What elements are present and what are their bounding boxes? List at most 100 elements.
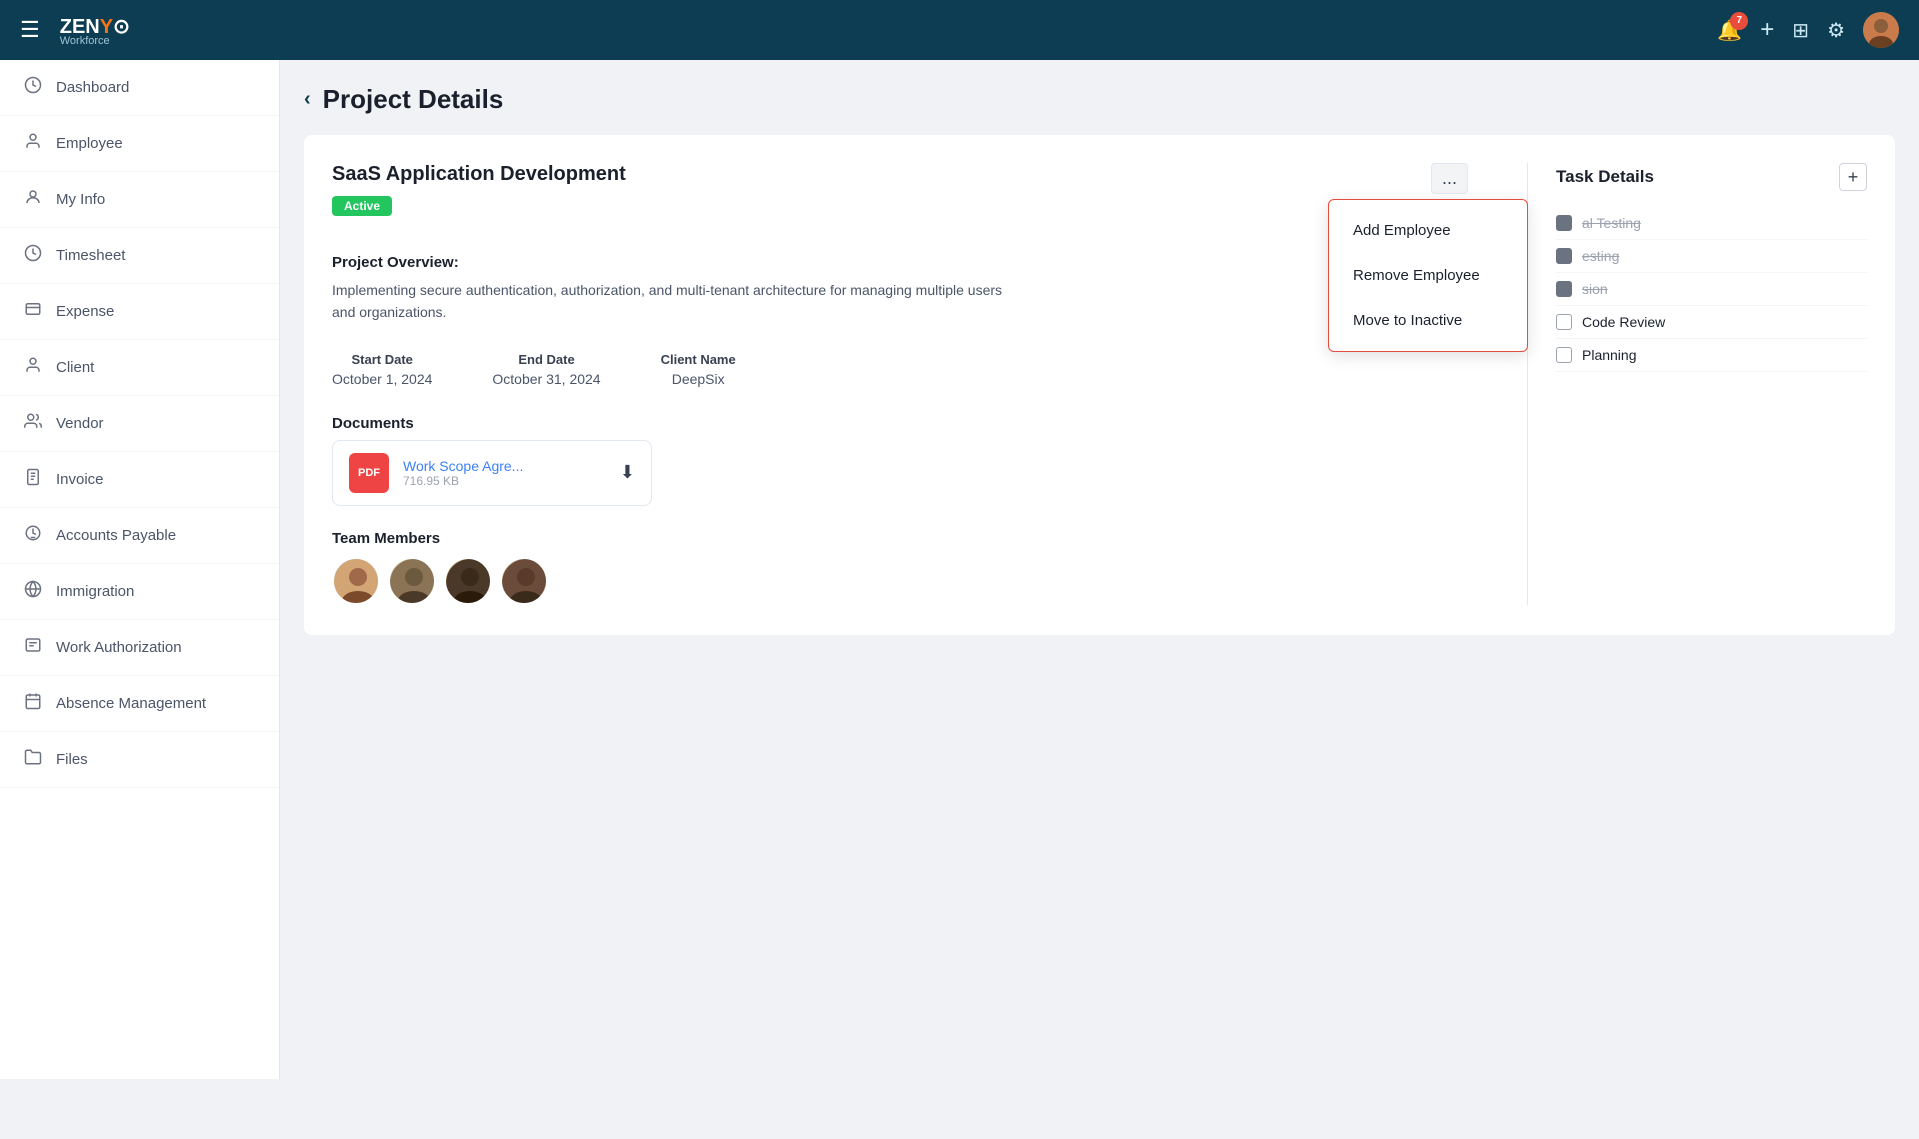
sidebar-item-client[interactable]: Client <box>0 340 279 396</box>
sidebar-item-accounts-payable[interactable]: Accounts Payable <box>0 508 279 564</box>
sidebar-label-accounts-payable: Accounts Payable <box>56 527 176 544</box>
task-checkbox-1[interactable] <box>1556 215 1572 231</box>
start-date-col: Start Date October 1, 2024 <box>332 352 432 387</box>
layout: Dashboard Employee My Info Timesheet <box>0 60 1919 1079</box>
sidebar-label-expense: Expense <box>56 303 114 320</box>
myinfo-icon <box>24 188 42 211</box>
download-icon[interactable]: ⬇ <box>620 462 635 483</box>
sidebar-item-employee[interactable]: Employee <box>0 116 279 172</box>
sidebar-item-absence-management[interactable]: Absence Management <box>0 676 279 732</box>
doc-info: Work Scope Agre... 716.95 KB <box>403 458 606 488</box>
page-title: Project Details <box>323 84 504 115</box>
sidebar-label-files: Files <box>56 751 88 768</box>
task-label-5: Planning <box>1582 347 1637 363</box>
task-item-5: Planning <box>1556 339 1867 372</box>
sidebar-label-invoice: Invoice <box>56 471 104 488</box>
status-badge: Active <box>332 196 392 216</box>
project-card: SaaS Application Development Active Proj… <box>304 135 1895 635</box>
add-task-button[interactable]: + <box>1839 163 1867 191</box>
work-authorization-icon <box>24 636 42 659</box>
task-label-4: Code Review <box>1582 314 1665 330</box>
sidebar-label-immigration: Immigration <box>56 583 134 600</box>
task-label-2: esting <box>1582 248 1619 264</box>
task-checkbox-5[interactable] <box>1556 347 1572 363</box>
sidebar-label-myinfo: My Info <box>56 191 105 208</box>
task-item-1: al Testing <box>1556 207 1867 240</box>
pdf-icon: PDF <box>349 453 389 493</box>
dropdown-move-inactive[interactable]: Move to Inactive <box>1329 298 1527 343</box>
task-checkbox-2[interactable] <box>1556 248 1572 264</box>
user-avatar[interactable] <box>1863 12 1899 48</box>
task-label-3: sion <box>1582 281 1608 297</box>
sidebar-label-vendor: Vendor <box>56 415 104 432</box>
task-details-title: Task Details <box>1556 167 1654 187</box>
sidebar-label-timesheet: Timesheet <box>56 247 125 264</box>
hamburger-icon[interactable]: ☰ <box>20 17 40 43</box>
team-members-title: Team Members <box>332 530 1527 547</box>
team-avatar-1 <box>332 557 380 605</box>
main-content: ‹ Project Details SaaS Application Devel… <box>280 60 1919 1079</box>
vendor-icon <box>24 412 42 435</box>
grid-icon[interactable]: ⊞ <box>1792 18 1809 43</box>
sidebar-item-vendor[interactable]: Vendor <box>0 396 279 452</box>
expense-icon <box>24 300 42 323</box>
task-list: al Testing esting sion Code Review <box>1556 207 1867 372</box>
sidebar-item-immigration[interactable]: Immigration <box>0 564 279 620</box>
task-item-4: Code Review <box>1556 306 1867 339</box>
employee-icon <box>24 132 42 155</box>
dropdown-add-employee[interactable]: Add Employee <box>1329 208 1527 253</box>
three-dot-button[interactable]: ... <box>1431 163 1468 194</box>
task-details-header: Task Details + <box>1556 163 1867 191</box>
date-info: Start Date October 1, 2024 End Date Octo… <box>332 352 1527 387</box>
sidebar-item-files[interactable]: Files <box>0 732 279 788</box>
documents-title: Documents <box>332 415 1527 432</box>
team-avatar-4 <box>500 557 548 605</box>
sidebar-item-invoice[interactable]: Invoice <box>0 452 279 508</box>
client-name-label: Client Name <box>661 352 736 367</box>
sidebar-item-work-authorization[interactable]: Work Authorization <box>0 620 279 676</box>
task-checkbox-3[interactable] <box>1556 281 1572 297</box>
back-button[interactable]: ‹ <box>304 88 311 111</box>
logo: ZENY⊙ Workforce <box>60 14 130 47</box>
topnav: ☰ ZENY⊙ Workforce 🔔 7 + ⊞ ⚙ <box>0 0 1919 60</box>
task-item-2: esting <box>1556 240 1867 273</box>
client-name-value: DeepSix <box>661 371 736 387</box>
dropdown-remove-employee[interactable]: Remove Employee <box>1329 253 1527 298</box>
sidebar-item-timesheet[interactable]: Timesheet <box>0 228 279 284</box>
dropdown-menu: Add Employee Remove Employee Move to Ina… <box>1328 199 1528 352</box>
client-icon <box>24 356 42 379</box>
client-name-col: Client Name DeepSix <box>661 352 736 387</box>
team-avatar-2 <box>388 557 436 605</box>
doc-size: 716.95 KB <box>403 474 606 488</box>
team-avatar-3 <box>444 557 492 605</box>
task-item-3: sion <box>1556 273 1867 306</box>
accounts-payable-icon <box>24 524 42 547</box>
document-card: PDF Work Scope Agre... 716.95 KB ⬇ <box>332 440 652 506</box>
task-checkbox-4[interactable] <box>1556 314 1572 330</box>
add-icon[interactable]: + <box>1760 16 1774 44</box>
notification-bell[interactable]: 🔔 7 <box>1717 18 1742 43</box>
sidebar: Dashboard Employee My Info Timesheet <box>0 60 280 1079</box>
end-date-label: End Date <box>492 352 600 367</box>
sidebar-label-work-authorization: Work Authorization <box>56 639 182 656</box>
sidebar-label-absence-management: Absence Management <box>56 695 206 712</box>
immigration-icon <box>24 580 42 603</box>
timesheet-icon <box>24 244 42 267</box>
team-avatars <box>332 557 1527 605</box>
topnav-left: ☰ ZENY⊙ Workforce <box>20 14 130 47</box>
sidebar-item-expense[interactable]: Expense <box>0 284 279 340</box>
sidebar-label-dashboard: Dashboard <box>56 79 129 96</box>
project-name: SaaS Application Development <box>332 163 1527 186</box>
sidebar-item-dashboard[interactable]: Dashboard <box>0 60 279 116</box>
start-date-value: October 1, 2024 <box>332 371 432 387</box>
end-date-value: October 31, 2024 <box>492 371 600 387</box>
overview-text: Implementing secure authentication, auth… <box>332 279 1012 324</box>
project-card-inner: SaaS Application Development Active Proj… <box>332 163 1867 605</box>
doc-name[interactable]: Work Scope Agre... <box>403 458 606 474</box>
invoice-icon <box>24 468 42 491</box>
task-label-1: al Testing <box>1582 215 1641 231</box>
sidebar-label-client: Client <box>56 359 94 376</box>
settings-icon[interactable]: ⚙ <box>1827 18 1845 43</box>
absence-management-icon <box>24 692 42 715</box>
sidebar-item-myinfo[interactable]: My Info <box>0 172 279 228</box>
